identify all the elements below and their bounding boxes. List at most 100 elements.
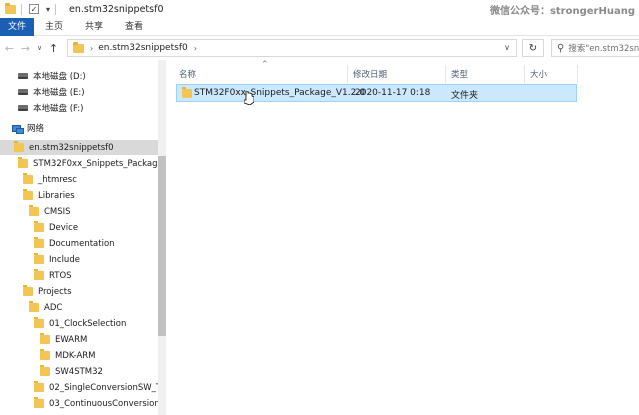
- folder-icon: [34, 221, 44, 232]
- tab-home[interactable]: 主页: [34, 18, 74, 36]
- file-row[interactable]: STM32F0xx_Snippets_Package_V1.2.0 2020-1…: [176, 84, 577, 102]
- nav-item-label: Include: [49, 254, 80, 265]
- nav-item[interactable]: Documentation: [0, 236, 115, 251]
- chevron-right-icon[interactable]: ›: [194, 44, 197, 53]
- nav-item[interactable]: 03_ContinuousConversionSW_Trigger: [0, 396, 166, 411]
- back-button[interactable]: ←: [3, 42, 16, 55]
- column-header-row: ⌃ 名称 修改日期 类型 大小: [172, 60, 639, 84]
- nav-item[interactable]: 01_ClockSelection: [0, 316, 126, 331]
- folder-icon: [34, 253, 44, 264]
- nav-item-label: 03_ContinuousConversionSW_Trigger: [49, 398, 166, 409]
- folder-icon: [34, 381, 44, 392]
- drive-icon: [18, 88, 28, 95]
- nav-item-label: EWARM: [55, 334, 88, 345]
- properties-check-icon[interactable]: ✓: [29, 4, 39, 14]
- column-divider[interactable]: [577, 65, 578, 83]
- nav-item[interactable]: EWARM: [0, 332, 87, 347]
- folder-icon: [23, 189, 33, 200]
- nav-item-label: MDK-ARM: [55, 350, 96, 361]
- network-icon: [12, 124, 24, 134]
- tab-view[interactable]: 查看: [114, 18, 154, 36]
- folder-icon: [34, 397, 44, 408]
- column-type-header[interactable]: 类型: [451, 68, 468, 80]
- divider: [55, 3, 57, 15]
- file-type: 文件夹: [451, 91, 479, 101]
- ribbon-tabs: 文件 主页 共享 查看: [0, 18, 639, 36]
- nav-item-label: Projects: [38, 286, 72, 297]
- nav-item[interactable]: 02_SingleConversionSW_Trigger: [0, 380, 166, 395]
- breadcrumb[interactable]: en.stm32snippetsf0: [98, 43, 188, 53]
- column-size-header[interactable]: 大小: [530, 68, 547, 80]
- title-bar: ✓ ▾ en.stm32snippetsf0 微信公众号：strongerHua…: [0, 0, 639, 18]
- column-divider[interactable]: [524, 65, 525, 83]
- folder-icon: [29, 205, 39, 216]
- scrollbar-thumb[interactable]: [158, 156, 166, 336]
- folder-icon: [40, 365, 50, 376]
- nav-item[interactable]: Device: [0, 220, 78, 235]
- nav-item[interactable]: 网络: [0, 120, 44, 135]
- nav-item[interactable]: Projects: [0, 284, 72, 299]
- nav-item-label: 01_ClockSelection: [49, 318, 127, 329]
- folder-icon: [182, 87, 192, 98]
- nav-item[interactable]: CMSIS: [0, 204, 71, 219]
- column-date-header[interactable]: 修改日期: [353, 68, 387, 80]
- nav-item[interactable]: MDK-ARM: [0, 348, 96, 363]
- customize-toolbar-icon[interactable]: ▾: [46, 5, 50, 14]
- nav-item-label: 网络: [27, 123, 45, 134]
- nav-item[interactable]: 本地磁盘 (E:): [0, 84, 85, 99]
- recent-locations-button[interactable]: ∨: [35, 44, 44, 52]
- tab-file[interactable]: 文件: [0, 18, 35, 36]
- nav-item[interactable]: STM32F0xx_Snippets_Package_V1.2.0: [0, 156, 166, 171]
- folder-icon: [34, 317, 44, 328]
- watermark: 微信公众号：strongerHuang: [489, 6, 635, 17]
- folder-icon: [73, 41, 84, 53]
- folder-icon: [14, 141, 24, 152]
- address-bar[interactable]: › en.stm32snippetsf0 › ∨: [67, 39, 517, 57]
- nav-item-selected[interactable]: en.stm32snippetsf0: [0, 140, 158, 155]
- navigation-pane[interactable]: 03_ContinuousConversionSW_Trigger 02_Sing…: [0, 60, 166, 415]
- folder-icon: [18, 157, 28, 168]
- nav-item-label: 本地磁盘 (D:): [33, 71, 86, 82]
- nav-item[interactable]: Include: [0, 252, 80, 267]
- nav-item-label: en.stm32snippetsf0: [29, 142, 114, 153]
- nav-item-label: _htmresc: [38, 174, 77, 185]
- nav-item[interactable]: _htmresc: [0, 172, 77, 187]
- address-row: ← → ∨ ↑ › en.stm32snippetsf0 › ∨ ↻ ⚲ 搜索"…: [0, 36, 639, 60]
- nav-item-label: Device: [49, 222, 79, 233]
- tab-share[interactable]: 共享: [74, 18, 114, 36]
- nav-item[interactable]: Libraries: [0, 188, 75, 203]
- search-input[interactable]: ⚲ 搜索"en.stm32snippetsf0": [551, 39, 639, 57]
- drive-icon: [18, 104, 28, 111]
- address-dropdown-icon[interactable]: ∨: [504, 43, 510, 52]
- folder-icon: [23, 285, 33, 296]
- search-icon: ⚲: [557, 42, 565, 54]
- search-placeholder: 搜索"en.stm32snippetsf0": [568, 44, 639, 54]
- folder-icon: [40, 333, 50, 344]
- nav-item-label: SW4STM32: [55, 366, 103, 377]
- nav-item[interactable]: ADC: [0, 300, 62, 315]
- column-divider[interactable]: [347, 65, 348, 83]
- nav-item[interactable]: RTOS: [0, 268, 72, 283]
- nav-item-label: CMSIS: [44, 206, 71, 217]
- mouse-cursor-icon: [244, 91, 254, 105]
- column-divider[interactable]: [445, 65, 446, 83]
- nav-item[interactable]: 本地磁盘 (F:): [0, 100, 83, 115]
- folder-icon: [40, 349, 50, 360]
- nav-item-label: ADC: [44, 302, 63, 313]
- drive-icon: [18, 72, 28, 79]
- nav-item[interactable]: 本地磁盘 (D:): [0, 68, 86, 83]
- nav-item-label: Libraries: [38, 190, 75, 201]
- folder-icon: [5, 2, 16, 14]
- up-button[interactable]: ↑: [47, 42, 60, 55]
- column-name-header[interactable]: 名称: [179, 68, 196, 80]
- folder-icon: [29, 301, 39, 312]
- nav-item-label: Documentation: [49, 238, 115, 249]
- nav-item-label: 02_SingleConversionSW_Trigger: [49, 382, 166, 393]
- chevron-right-icon[interactable]: ›: [90, 44, 93, 53]
- nav-item[interactable]: SW4STM32: [0, 364, 103, 379]
- window-title: en.stm32snippetsf0: [69, 3, 164, 15]
- forward-button[interactable]: →: [19, 42, 32, 55]
- refresh-button[interactable]: ↻: [522, 39, 544, 57]
- folder-icon: [34, 269, 44, 280]
- file-name[interactable]: STM32F0xx_Snippets_Package_V1.2.0: [194, 88, 365, 98]
